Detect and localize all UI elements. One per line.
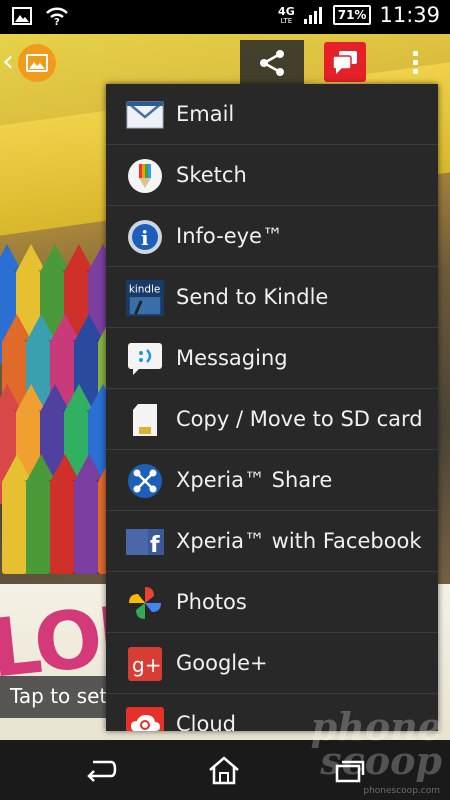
share-button[interactable] bbox=[240, 40, 304, 86]
share-item-label: Xperia™ with Facebook bbox=[176, 529, 422, 553]
nav-back-button[interactable] bbox=[78, 752, 122, 788]
picture-icon bbox=[26, 54, 48, 72]
battery-indicator: 71% bbox=[332, 5, 372, 25]
overflow-dot bbox=[412, 68, 418, 74]
email-icon bbox=[126, 96, 164, 134]
chat-bubble-icon bbox=[332, 51, 357, 74]
phonescoop-watermark: phone scoop bbox=[310, 704, 442, 783]
info-eye-icon: i bbox=[126, 218, 164, 256]
share-item-label: Send to Kindle bbox=[176, 285, 329, 309]
svg-text:?: ? bbox=[54, 17, 60, 26]
share-item-label: Sketch bbox=[176, 163, 247, 187]
share-item-kindle[interactable]: kindle Send to Kindle bbox=[106, 267, 438, 328]
wifi-question-icon: ? bbox=[46, 7, 68, 26]
gallery-notification-icon bbox=[12, 7, 32, 25]
home-icon bbox=[209, 756, 239, 785]
facebook-icon: f bbox=[126, 523, 164, 561]
share-item-label: Email bbox=[176, 102, 235, 126]
share-item-google-plus[interactable]: g+ Google+ bbox=[106, 633, 438, 694]
share-item-label: Copy / Move to SD card bbox=[176, 407, 423, 431]
kindle-icon: kindle bbox=[126, 279, 164, 317]
share-item-messaging[interactable]: Messaging bbox=[106, 328, 438, 389]
app-bar: ‹ bbox=[0, 34, 450, 90]
cloud-icon bbox=[126, 706, 164, 731]
share-item-label: Info-eye™ bbox=[176, 224, 283, 248]
nav-home-button[interactable] bbox=[202, 752, 246, 788]
back-chevron-icon[interactable]: ‹ bbox=[2, 44, 14, 79]
share-item-label: Photos bbox=[176, 590, 247, 614]
sketch-icon bbox=[126, 157, 164, 195]
network-type: 4G LTE bbox=[278, 4, 295, 25]
share-item-xperia-share[interactable]: Xperia™ Share bbox=[106, 450, 438, 511]
clock: 11:39 bbox=[379, 3, 440, 27]
back-arrow-icon bbox=[87, 760, 117, 782]
share-item-photos[interactable]: Photos bbox=[106, 572, 438, 633]
share-item-label: Cloud bbox=[176, 712, 236, 731]
status-right: 4G LTE 71% 11:39 bbox=[278, 3, 440, 27]
watermark-url: phonescoop.com bbox=[363, 786, 440, 796]
share-item-info-eye[interactable]: i Info-eye™ bbox=[106, 206, 438, 267]
share-item-sketch[interactable]: Sketch bbox=[106, 145, 438, 206]
share-item-sd-card[interactable]: Copy / Move to SD card bbox=[106, 389, 438, 450]
xperia-share-icon bbox=[126, 462, 164, 500]
overflow-menu-button[interactable] bbox=[400, 42, 430, 82]
google-plus-icon: g+ bbox=[126, 645, 164, 683]
sd-card-icon bbox=[126, 401, 164, 439]
share-item-label: Google+ bbox=[176, 651, 268, 675]
messaging-icon bbox=[126, 340, 164, 378]
share-item-label: Messaging bbox=[176, 346, 288, 370]
share-item-label: Xperia™ Share bbox=[176, 468, 333, 492]
share-item-email[interactable]: Email bbox=[106, 84, 438, 145]
album-app-icon[interactable] bbox=[18, 44, 56, 82]
signal-strength-icon bbox=[303, 7, 322, 24]
share-icon bbox=[260, 50, 284, 76]
photos-icon bbox=[126, 584, 164, 622]
overflow-dot bbox=[412, 50, 418, 56]
tap-to-set-hint[interactable]: Tap to set bbox=[0, 676, 106, 718]
status-left: ? bbox=[12, 6, 68, 26]
svg-text:f: f bbox=[150, 533, 160, 555]
svg-text:g+: g+ bbox=[132, 653, 161, 677]
share-item-facebook[interactable]: f Xperia™ with Facebook bbox=[106, 511, 438, 572]
share-menu: Email Sketch i Info-eye™ kindle Send to … bbox=[106, 84, 438, 731]
messaging-shortcut-button[interactable] bbox=[324, 42, 366, 82]
overflow-dot bbox=[412, 59, 418, 65]
status-bar: ? 4G LTE 71% 11:39 bbox=[0, 0, 450, 34]
svg-text:i: i bbox=[141, 226, 149, 250]
svg-text:kindle: kindle bbox=[129, 283, 161, 295]
